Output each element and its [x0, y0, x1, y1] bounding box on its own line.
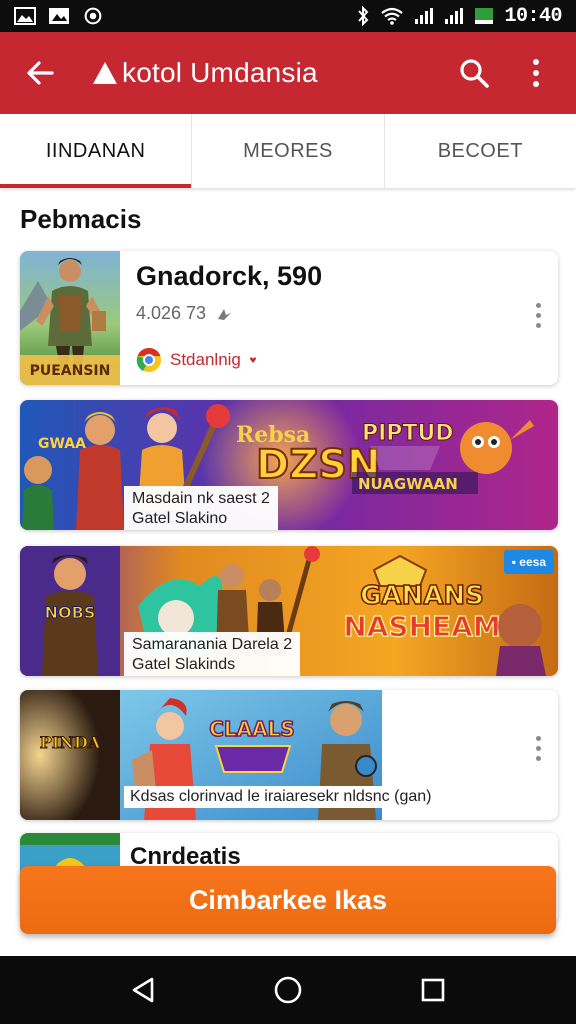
- banner-title-main: GANANS: [360, 581, 484, 611]
- rating-text: 4.026 73: [136, 303, 207, 323]
- banner-caption: Samaranania Darela 2 Gatel Slakinds: [124, 632, 301, 676]
- bluetooth-icon: [358, 6, 369, 26]
- game-banner-card[interactable]: NOBS GANANS NASHEAM ▪ eesa Samaranania D…: [20, 546, 558, 676]
- camera-icon: [84, 7, 102, 25]
- banner-thumbnail-text: NOBS: [45, 603, 96, 622]
- nav-back-icon: [132, 977, 153, 1003]
- search-button[interactable]: [454, 53, 494, 93]
- search-icon: [460, 59, 489, 88]
- chip-label: eesa: [519, 555, 546, 569]
- tab-meores[interactable]: MEORES: [191, 114, 383, 188]
- nav-recents-icon: [422, 978, 445, 1002]
- tab-becoet[interactable]: BECOET: [383, 114, 576, 188]
- image-icon: [14, 7, 36, 25]
- app-title: kotol Umdansia: [122, 57, 318, 88]
- signal-icon: [445, 8, 464, 24]
- card-caption: Kdsas clorinvad le iraiaresekr nldsnc (g…: [124, 786, 438, 808]
- nav-home-button[interactable]: [268, 970, 308, 1010]
- banner-caption-line1: Samaranania Darela 2: [132, 636, 293, 653]
- game-title: Gnadorck, 590: [136, 261, 323, 291]
- chrome-icon: [136, 347, 161, 372]
- app-bar: kotol Umdansia: [0, 32, 576, 114]
- nav-recents-button[interactable]: [413, 970, 453, 1010]
- game-meta: 4.026 73: [136, 303, 232, 324]
- triangle-logo-icon: [93, 62, 117, 84]
- status-time: 10:40: [504, 4, 562, 28]
- more-options-button[interactable]: [516, 53, 556, 93]
- card-menu-button[interactable]: [526, 295, 550, 335]
- game-list-card[interactable]: PINDA CLAALS Kdsas clorinvad le iraiares…: [20, 690, 558, 820]
- battery-icon: [475, 8, 494, 24]
- signal-icon: [415, 8, 434, 24]
- tab-bar: IINDANAN MEORES BECOET: [0, 114, 576, 188]
- banner-caption-line2: Gatel Slakinds: [132, 656, 236, 673]
- game-thumbnail: PUEANSIN: [20, 251, 120, 385]
- share-icon: [218, 308, 232, 320]
- banner-artwork: Rebsa DZSN PIPTUD NUAGWAAN GWAA: [20, 400, 558, 530]
- section-title: Pebmacis: [20, 204, 142, 234]
- banner-subtitle: NUAGWAAN: [358, 475, 458, 493]
- promo-chip: ▪ eesa: [503, 550, 554, 574]
- banner-caption-line1: Masdain nk saest 2: [132, 490, 270, 507]
- primary-action-button[interactable]: Cimbarkee Ikas: [20, 866, 556, 934]
- tab-iindanan[interactable]: IINDANAN: [0, 114, 192, 188]
- wifi-icon: [381, 7, 404, 25]
- banner-thumbnail-text: GWAA: [38, 436, 86, 452]
- card-menu-button[interactable]: [526, 728, 550, 768]
- featured-game-card[interactable]: PUEANSIN Gnadorck, 590 4.026 73 Stdanlni…: [20, 251, 558, 385]
- system-nav-bar: [0, 956, 576, 1024]
- nav-back-button[interactable]: [123, 970, 163, 1010]
- arrow-back-icon: [27, 61, 54, 85]
- game-banner-card[interactable]: Rebsa DZSN PIPTUD NUAGWAAN GWAA Masdain …: [20, 400, 558, 530]
- card-art-text: CLAALS: [209, 717, 295, 741]
- thumbnail-title: PUEANSIN: [30, 363, 111, 379]
- category-label: Stdanlnig: [170, 350, 241, 369]
- heart-icon: [249, 357, 256, 363]
- banner-title-right: PIPTUD: [362, 421, 454, 446]
- category-tag: Stdanlnig: [136, 347, 257, 373]
- status-bar: 10:40: [0, 0, 576, 32]
- banner-title-sub: NASHEAM: [343, 610, 500, 643]
- banner-caption: Masdain nk saest 2 Gatel Slakino: [124, 486, 278, 530]
- banner-caption-line2: Gatel Slakino: [132, 510, 228, 527]
- back-button[interactable]: [20, 53, 60, 93]
- card-thumbnail-text: PINDA: [40, 733, 101, 752]
- nav-home-icon: [274, 976, 302, 1004]
- more-vert-icon: [533, 59, 539, 87]
- gallery-icon: [49, 8, 69, 24]
